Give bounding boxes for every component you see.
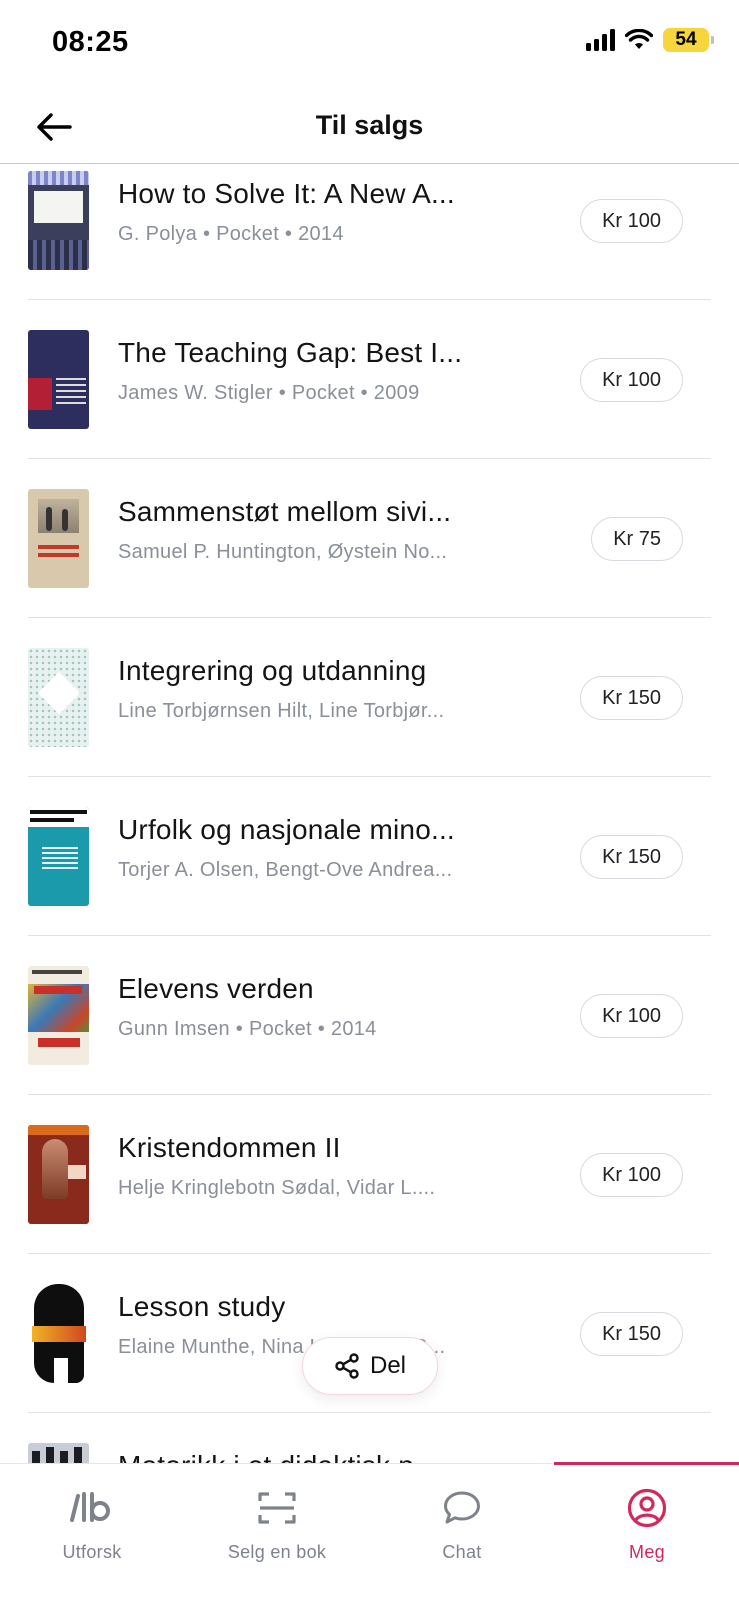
- cellular-signal-icon: [586, 29, 615, 51]
- tab-label: Meg: [629, 1542, 665, 1562]
- price-badge[interactable]: Kr 100: [580, 358, 683, 402]
- price-badge[interactable]: Kr 150: [580, 676, 683, 720]
- book-meta: Line Torbjørnsen Hilt, Line Torbjør...: [118, 700, 445, 722]
- book-meta: Samuel P. Huntington, Øystein No...: [118, 541, 448, 563]
- book-cover-image: [28, 171, 89, 270]
- header: Til salgs: [0, 90, 739, 164]
- logo-icon: [70, 1492, 111, 1522]
- tab-chat[interactable]: Chat: [370, 1464, 554, 1564]
- price-badge[interactable]: Kr 100: [580, 994, 683, 1038]
- share-label: Del: [369, 1352, 406, 1379]
- book-cover-image: [28, 1125, 89, 1224]
- price-badge[interactable]: Kr 75: [591, 517, 683, 561]
- scan-icon: [258, 1492, 296, 1524]
- book-title: How to Solve It: A New A...: [118, 178, 455, 209]
- book-list-item[interactable]: Motorikk i et didaktisk p...Kr 100: [28, 1413, 711, 1463]
- book-cover-image: [28, 330, 89, 429]
- book-meta: Helje Kringlebotn Sødal, Vidar L....: [118, 1177, 436, 1199]
- book-cover-image: [28, 966, 89, 1065]
- tab-selg-en-bok[interactable]: Selg en bok: [185, 1464, 369, 1564]
- book-title: Lesson study: [118, 1291, 286, 1322]
- status-bar: 08:25 54: [0, 0, 739, 90]
- book-list-item[interactable]: How to Solve It: A New A... G. Polya • Po…: [28, 165, 711, 300]
- book-cover-image: [28, 807, 89, 906]
- book-meta: Torjer A. Olsen, Bengt-Ove Andrea...: [118, 859, 453, 881]
- tab-bar: Utforsk Selg en bok Chat Meg: [0, 1462, 739, 1600]
- book-meta: James W. Stigler • Pocket • 2009: [118, 382, 420, 404]
- status-time: 08:25: [52, 26, 129, 58]
- price-badge[interactable]: Kr 100: [580, 1153, 683, 1197]
- book-list-item[interactable]: Sammenstøt mellom sivi... Samuel P. Hunti…: [28, 459, 711, 618]
- book-title: The Teaching Gap: Best I...: [118, 337, 463, 368]
- book-cover-image: [28, 1443, 89, 1463]
- price-badge[interactable]: Kr 150: [580, 835, 683, 879]
- status-icons: 54: [586, 28, 714, 52]
- book-list-item[interactable]: Elevens verden Gunn Imsen • Pocket • 2014…: [28, 936, 711, 1095]
- book-list[interactable]: How to Solve It: A New A... G. Polya • Po…: [0, 165, 739, 1463]
- book-title: Sammenstøt mellom sivi...: [118, 496, 452, 527]
- tab-label: Chat: [442, 1542, 482, 1562]
- book-meta: Gunn Imsen • Pocket • 2014: [118, 1018, 377, 1040]
- book-cover-image: [28, 1284, 89, 1383]
- share-icon: [335, 1353, 359, 1379]
- book-title: Integrering og utdanning: [118, 655, 427, 686]
- price-badge[interactable]: Kr 150: [580, 1312, 683, 1356]
- wifi-icon: [625, 29, 653, 49]
- price-badge[interactable]: Kr 100: [580, 199, 683, 243]
- battery-level: 54: [675, 29, 697, 50]
- book-title: Motorikk i et didaktisk p...: [118, 1450, 518, 1463]
- book-list-item[interactable]: The Teaching Gap: Best I... James W. Stig…: [28, 300, 711, 459]
- tab-utforsk[interactable]: Utforsk: [0, 1464, 184, 1564]
- tab-label: Selg en bok: [227, 1542, 327, 1562]
- user-circle-icon: [627, 1488, 667, 1528]
- book-title: Elevens verden: [118, 973, 314, 1004]
- book-list-item[interactable]: Kristendommen II Helje Kringlebotn Sødal,…: [28, 1095, 711, 1254]
- tab-label: Utforsk: [62, 1542, 122, 1562]
- book-list-item[interactable]: Integrering og utdanning Line Torbjørnsen…: [28, 618, 711, 777]
- book-cover-image: [28, 489, 89, 588]
- battery-icon: 54: [663, 28, 714, 52]
- chat-bubble-icon: [444, 1491, 480, 1524]
- tab-meg[interactable]: Meg: [555, 1464, 739, 1564]
- book-cover-image: [28, 648, 89, 747]
- page-title: Til salgs: [315, 110, 424, 140]
- book-title: Urfolk og nasjonale mino...: [118, 814, 455, 845]
- share-button[interactable]: Del: [302, 1337, 438, 1395]
- book-list-item[interactable]: Urfolk og nasjonale mino... Torjer A. Ols…: [28, 777, 711, 936]
- book-meta: G. Polya • Pocket • 2014: [118, 223, 344, 245]
- book-title: Kristendommen II: [118, 1132, 341, 1163]
